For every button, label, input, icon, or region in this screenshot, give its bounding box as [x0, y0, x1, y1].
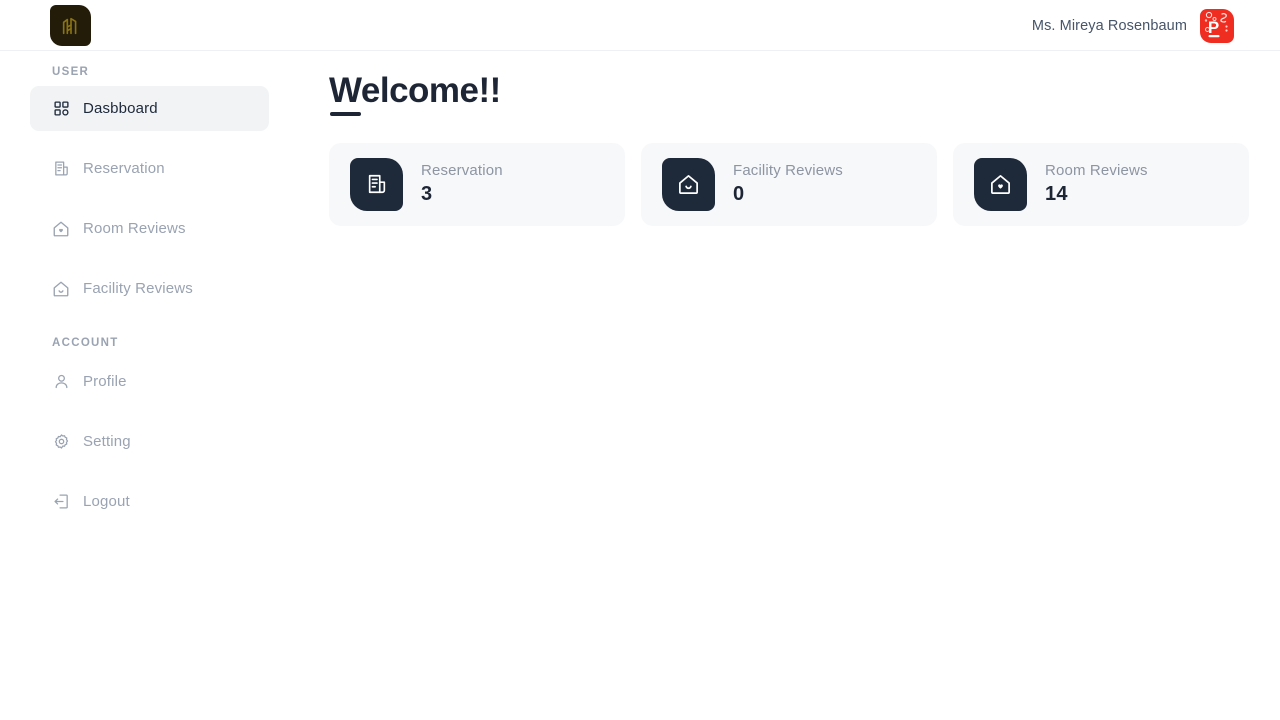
user-name-label: Ms. Mireya Rosenbaum [1031, 17, 1187, 34]
stat-text-group: Facility Reviews 0 [733, 161, 843, 207]
grid-dashboard-icon [52, 100, 70, 118]
sidebar-item-facility-reviews[interactable]: Facility Reviews [30, 266, 269, 311]
stat-card-label: Reservation [421, 161, 503, 179]
sidebar-item-label: Setting [83, 433, 131, 450]
sidebar-item-setting[interactable]: Setting [30, 419, 269, 464]
page-title-wrapper: Welcome!! [329, 69, 501, 116]
stat-cards-row: Reservation 3 Facility Reviews 0 Room Re… [329, 142, 1249, 226]
sidebar-section-title-account: ACCOUNT [52, 337, 119, 349]
sidebar-item-label: Facility Reviews [83, 280, 193, 297]
gear-settings-icon [52, 433, 70, 451]
avatar-letter: P [1208, 18, 1219, 37]
stat-card-value: 14 [1045, 183, 1068, 205]
sidebar-item-label: Logout [83, 493, 130, 510]
title-underline-accent [330, 111, 361, 116]
stat-card-value: 0 [733, 183, 745, 205]
stat-icon-box [974, 157, 1027, 211]
page-title: Welcome!! [329, 71, 501, 110]
sidebar-item-label: Dasbboard [83, 100, 158, 117]
stat-card-label: Room Reviews [1045, 161, 1148, 179]
user-account-area[interactable]: Ms. Mireya Rosenbaum P [1032, 0, 1234, 51]
main-content: Welcome!! Reservation 3 Facility Reviews… [300, 52, 1280, 720]
avatar[interactable]: P [1200, 8, 1234, 43]
stat-text-group: Reservation 3 [421, 161, 503, 207]
house-smile-icon [677, 173, 700, 196]
sidebar-nav-list-user: Dasbboard Reservation Room Reviews Facil… [0, 86, 300, 311]
stat-icon-box [662, 157, 715, 211]
house-heart-icon [989, 173, 1012, 196]
receipt-document-icon [366, 173, 388, 195]
stat-card-facility-reviews[interactable]: Facility Reviews 0 [641, 142, 937, 226]
stat-icon-box [350, 157, 403, 211]
sidebar-item-logout[interactable]: Logout [30, 479, 269, 524]
hotel-brand-logo-icon [60, 15, 82, 37]
sidebar-item-label: Room Reviews [83, 220, 186, 237]
sidebar-nav-list-account: Profile Setting Logout [0, 359, 300, 524]
sidebar-section-title-user: USER [52, 66, 90, 78]
sidebar-item-label: Reservation [83, 160, 165, 177]
sidebar-item-profile[interactable]: Profile [30, 359, 269, 404]
stat-card-room-reviews[interactable]: Room Reviews 14 [953, 142, 1249, 226]
user-person-icon [52, 373, 70, 391]
stat-card-label: Facility Reviews [733, 161, 843, 179]
house-icon [52, 280, 70, 298]
sidebar-item-label: Profile [83, 373, 127, 390]
brand-logo[interactable] [50, 5, 91, 46]
stat-text-group: Room Reviews 14 [1045, 161, 1148, 207]
house-heart-icon [52, 220, 70, 238]
sidebar-item-reservation[interactable]: Reservation [30, 146, 269, 191]
stat-card-value: 3 [421, 183, 433, 205]
sidebar-item-dashboard[interactable]: Dasbboard [30, 86, 269, 131]
sidebar-item-room-reviews[interactable]: Room Reviews [30, 206, 269, 251]
sidebar: USER Dasbboard Reservation Room Reviews … [0, 52, 300, 720]
receipt-document-icon [52, 160, 70, 178]
top-header-bar: Ms. Mireya Rosenbaum P [0, 0, 1280, 51]
stat-card-reservation[interactable]: Reservation 3 [329, 142, 625, 226]
logout-arrow-icon [52, 493, 70, 511]
